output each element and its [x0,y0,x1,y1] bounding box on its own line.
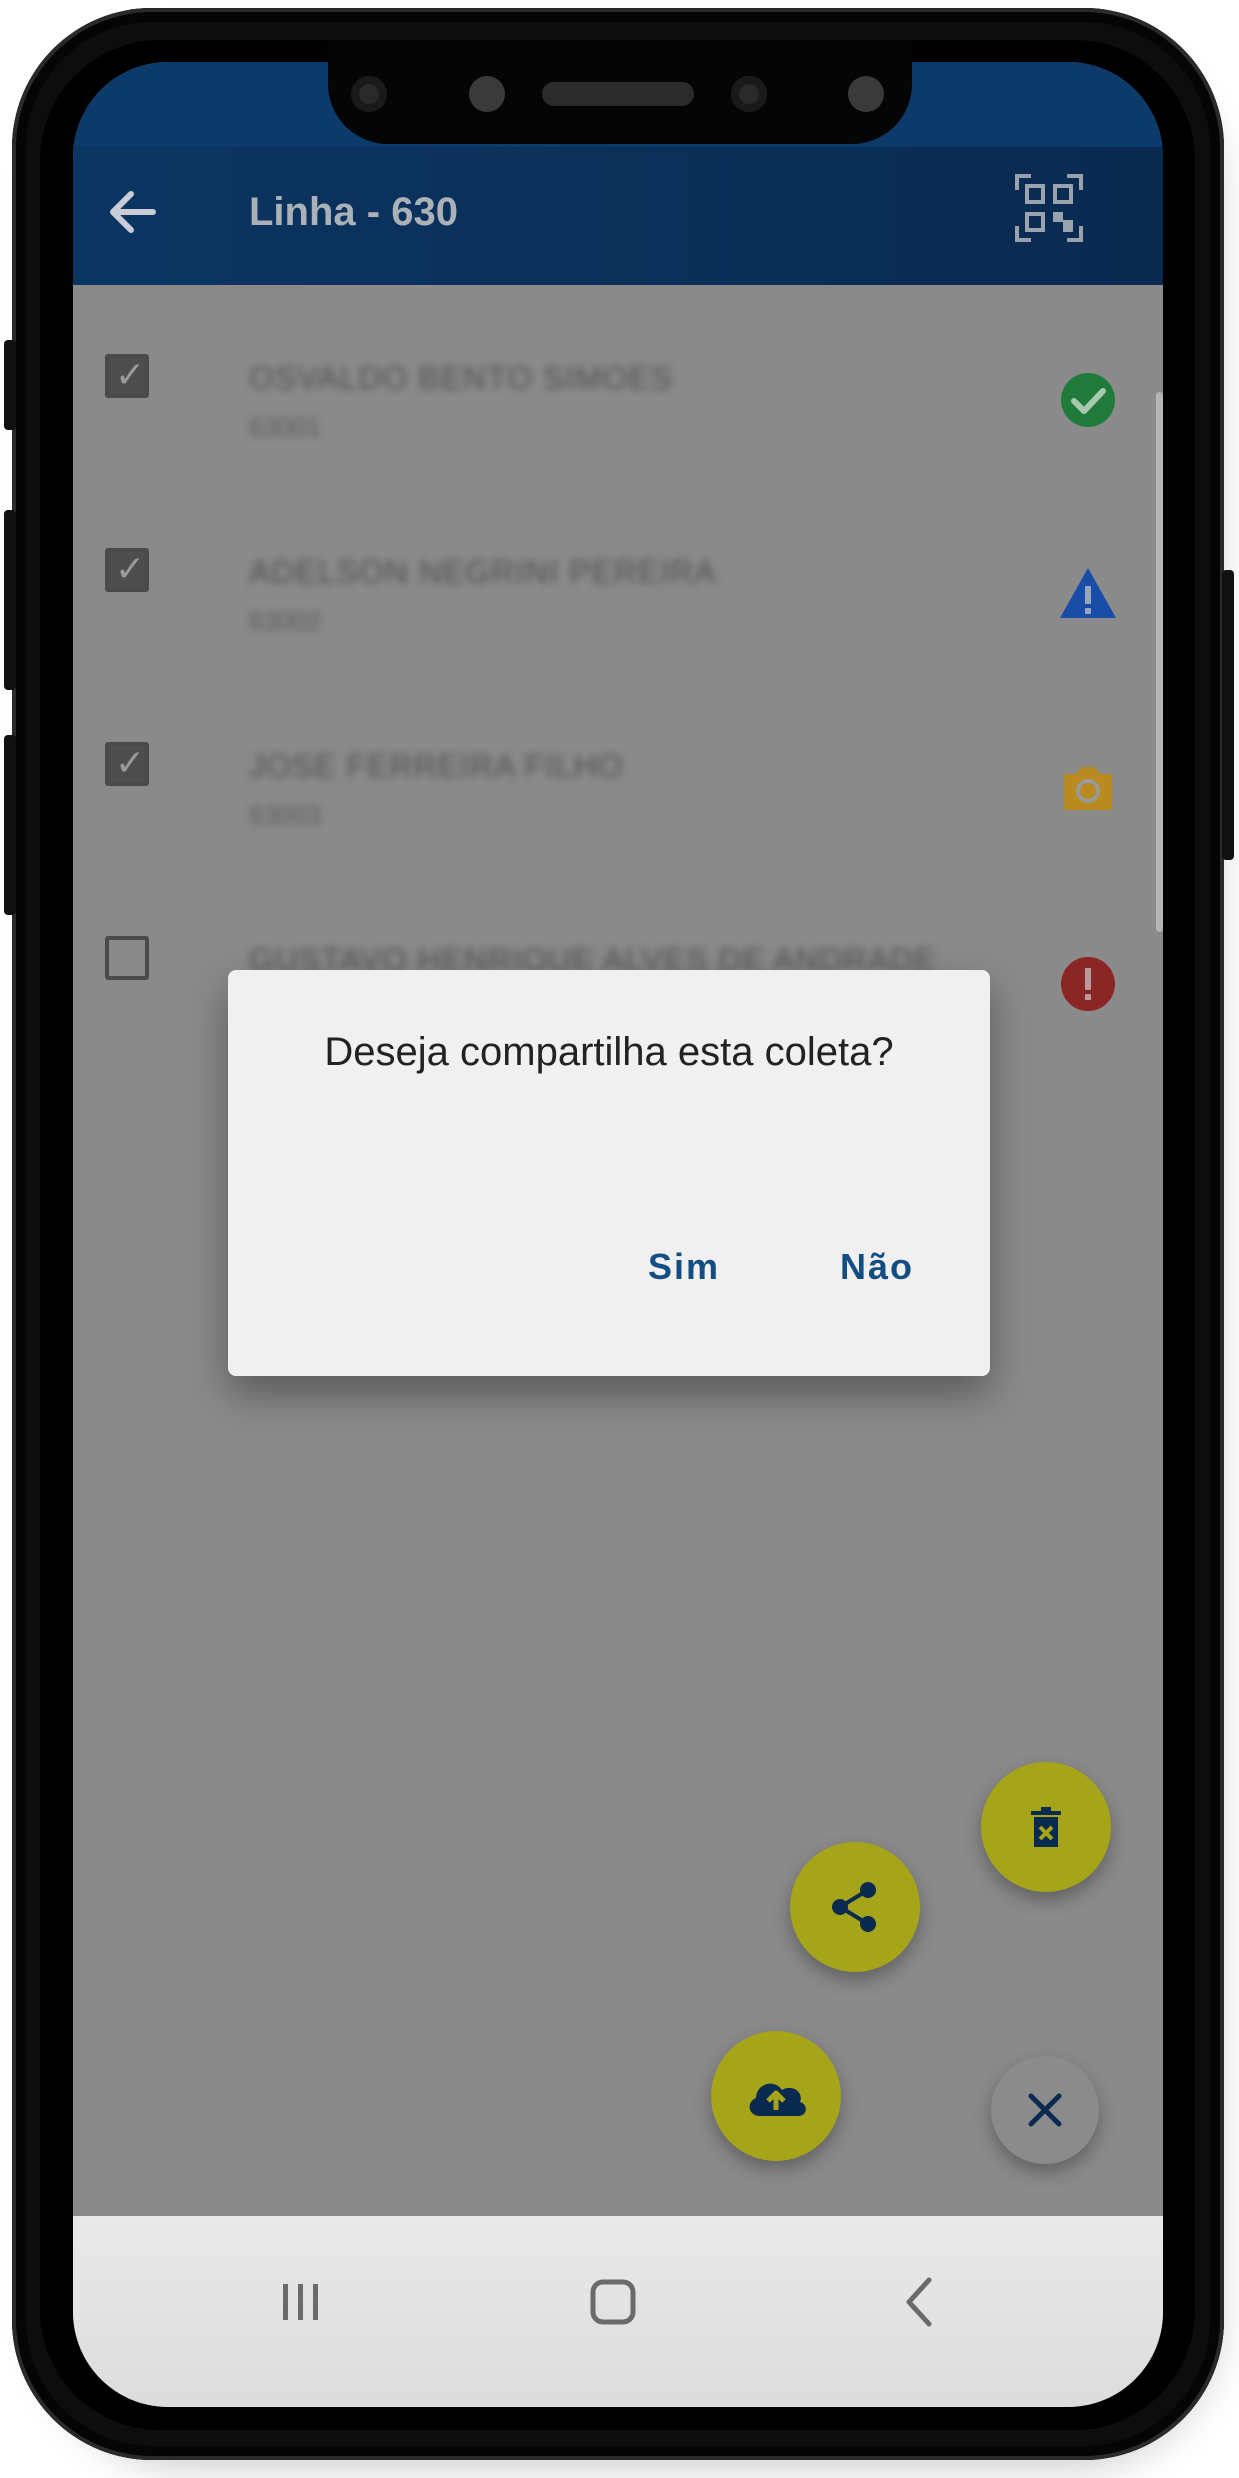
app-bar [73,147,1163,285]
delete-forever-icon [1031,1807,1061,1847]
share-confirm-dialog: Deseja compartilha esta coleta? Sim Não [228,970,990,1376]
sensor-icon [848,76,884,112]
page-title: Linha - 630 [249,190,458,234]
list-item[interactable]: ✓ JOSE FERREIRA FILHO 63003 [73,708,1163,903]
share-icon [832,1882,876,1932]
front-camera-icon [731,76,767,112]
checkbox[interactable]: ✓ [105,742,149,786]
cancel-button[interactable]: Não [840,1246,914,1288]
recents-icon[interactable] [261,2262,341,2342]
warning-triangle-icon [1058,564,1118,624]
confirm-button[interactable]: Sim [648,1246,720,1288]
check-circle-icon [1058,370,1118,430]
checkbox[interactable]: ✓ [105,548,149,592]
scrollbar[interactable] [1156,392,1163,932]
home-icon[interactable] [573,2262,653,2342]
bixby-button [4,735,16,915]
close-icon [1028,2093,1062,2127]
camera-icon [1058,758,1118,818]
list-item-name: JOSE FERREIRA FILHO [249,748,624,784]
cloud-upload-icon [749,2083,806,2116]
list-item-name: ADELSON NEGRINI PEREIRA [249,554,717,590]
list-item-name: OSVALDO BENTO SIMOES [249,360,674,396]
screen: Linha - 630 ✓ OSVALDO BENTO SIMOES 63001… [73,62,1163,2407]
close-button[interactable] [991,2056,1099,2164]
check-mark-icon: ✓ [115,743,146,784]
speaker-grille [542,82,694,106]
arrow-left-icon[interactable] [101,180,165,244]
chevron-left-icon[interactable] [881,2262,961,2342]
list-item[interactable]: ✓ OSVALDO BENTO SIMOES 63001 [73,320,1163,515]
front-camera-icon [351,76,387,112]
error-circle-icon [1058,954,1118,1014]
volume-up-button [4,340,16,430]
volume-down-button [4,510,16,690]
checkbox[interactable]: ✓ [105,354,149,398]
share-button[interactable] [790,1842,920,1972]
list-item[interactable]: ✓ ADELSON NEGRINI PEREIRA 63002 [73,514,1163,709]
power-button [1222,570,1234,860]
list-item-code: 63001 [249,412,322,442]
check-mark-icon: ✓ [115,355,146,396]
list-item-code: 63003 [249,800,322,830]
dialog-title: Deseja compartilha esta coleta? [324,1030,894,1074]
check-mark-icon: ✓ [115,549,146,590]
upload-button[interactable] [711,2031,841,2161]
sensor-icon [469,76,505,112]
checkbox[interactable] [105,936,149,980]
qr-code-scan-icon[interactable] [1013,172,1085,244]
list-item-code: 63002 [249,606,322,636]
delete-button[interactable] [981,1762,1111,1892]
